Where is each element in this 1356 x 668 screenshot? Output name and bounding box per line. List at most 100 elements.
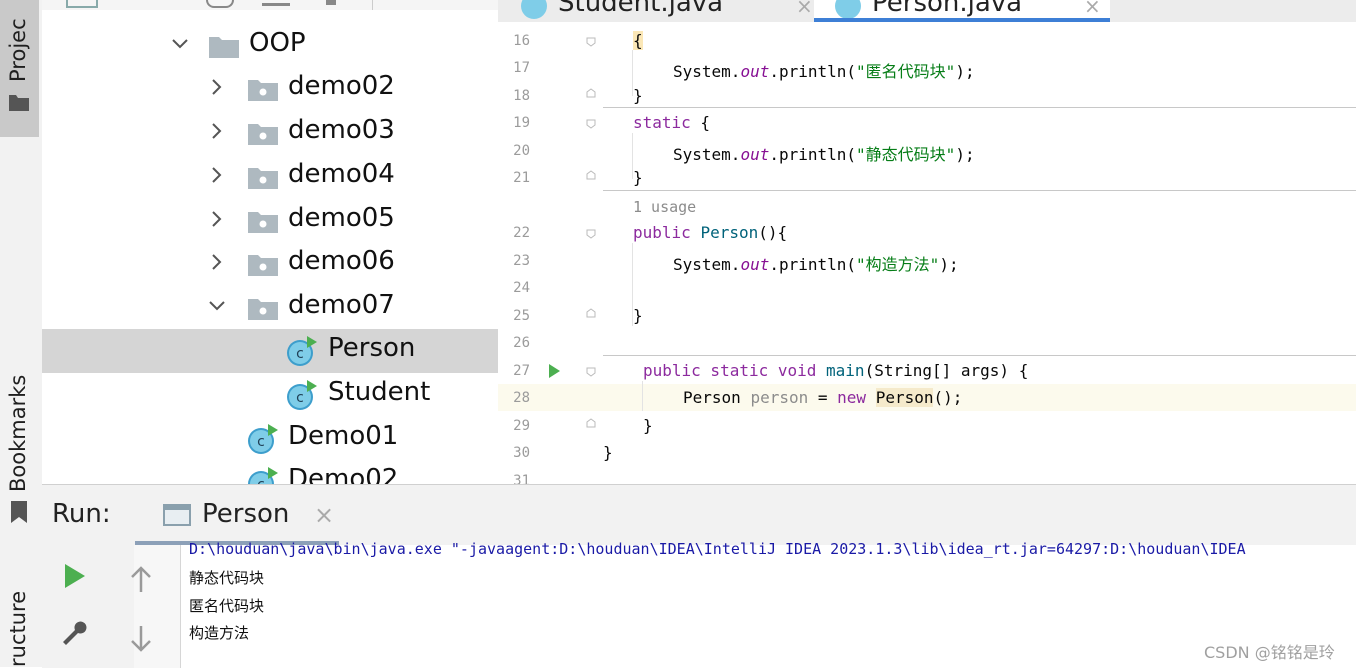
- code-token: .println(: [769, 62, 857, 81]
- tool-window-strip: Projec Bookmarks ructure: [0, 0, 43, 667]
- tab-label: Person.java: [872, 0, 1023, 18]
- tree-item-person[interactable]: c Person: [42, 329, 498, 373]
- code-token: Person: [683, 388, 741, 407]
- code-token: );: [955, 145, 975, 164]
- close-icon[interactable]: ×: [314, 501, 334, 529]
- code-line-17: System.out.println("匿名代码块");: [673, 58, 975, 82]
- console-command-line: D:\houduan\java\bin\java.exe "-javaagent…: [189, 540, 1246, 558]
- structure-tool-label[interactable]: ructure: [6, 591, 30, 667]
- indent-guide: [642, 381, 643, 411]
- chevron-right-icon[interactable]: [207, 121, 227, 141]
- code-token: }: [633, 306, 643, 325]
- chevron-right-icon[interactable]: [207, 209, 227, 229]
- code-line-20: System.out.println("静态代码块");: [673, 141, 975, 165]
- line-number: 26: [513, 335, 530, 351]
- rerun-icon[interactable]: [63, 563, 87, 589]
- bookmarks-tool-label[interactable]: Bookmarks: [6, 375, 30, 492]
- tree-item-demo05[interactable]: demo05: [42, 199, 498, 243]
- code-token: System.: [673, 255, 741, 274]
- code-token: }: [633, 168, 643, 187]
- fold-marker-icon[interactable]: [586, 37, 596, 47]
- code-line-18: }: [633, 86, 643, 105]
- console-output-line: 匿名代码块: [189, 597, 265, 615]
- console-output-line: 构造方法: [189, 624, 250, 642]
- svg-text:c: c: [296, 346, 304, 362]
- fold-marker-icon[interactable]: [586, 367, 596, 377]
- tree-item-demo06[interactable]: demo06: [42, 242, 498, 286]
- bookmark-icon[interactable]: [9, 500, 29, 524]
- tab-student-java[interactable]: Student.java ×: [518, 0, 813, 22]
- code-token: static: [633, 113, 691, 132]
- code-token: }: [603, 443, 613, 462]
- fold-marker-icon[interactable]: [586, 119, 596, 129]
- arrow-up-icon[interactable]: [128, 565, 154, 595]
- folder-icon: [9, 95, 29, 111]
- tree-item-demo02[interactable]: demo02: [42, 67, 498, 111]
- code-token: public: [633, 223, 691, 242]
- tree-item-student[interactable]: c Student: [42, 373, 498, 417]
- fold-marker-icon[interactable]: [586, 170, 596, 180]
- code-line-22: public Person(){: [633, 223, 787, 242]
- svg-text:c: c: [257, 434, 265, 450]
- tree-item-label: demo02: [288, 71, 395, 101]
- close-icon[interactable]: ×: [796, 0, 813, 18]
- tab-person-java[interactable]: Person.java ×: [814, 0, 1110, 22]
- run-title: Run:: [52, 499, 111, 529]
- fold-marker-icon[interactable]: [586, 229, 596, 239]
- code-line-23: System.out.println("构造方法");: [673, 251, 959, 275]
- chevron-right-icon[interactable]: [207, 165, 227, 185]
- chevron-down-icon[interactable]: [207, 296, 227, 316]
- code-line-27: public static void main(String[] args) {: [643, 361, 1028, 380]
- tree-item-label: demo06: [288, 246, 395, 276]
- project-tool-label: Projec: [6, 18, 30, 82]
- tree-item-oop[interactable]: OOP: [42, 24, 498, 68]
- package-folder-icon: [248, 124, 278, 145]
- run-tab-person[interactable]: Person ×: [135, 485, 342, 545]
- code-token: Person: [875, 388, 934, 407]
- method-separator: [603, 355, 1356, 356]
- code-token: new: [837, 388, 867, 407]
- fold-marker-icon[interactable]: [586, 418, 596, 428]
- fold-marker-icon[interactable]: [586, 88, 596, 98]
- tree-item-label: Demo02: [288, 464, 399, 484]
- line-number: 21: [513, 170, 530, 186]
- code-token: }: [633, 86, 643, 105]
- folder-icon: [209, 37, 239, 58]
- chevron-right-icon[interactable]: [207, 252, 227, 272]
- usage-hint[interactable]: 1 usage: [633, 198, 696, 216]
- code-line-29: }: [643, 416, 653, 435]
- code-token: person: [750, 388, 809, 407]
- view-mode-icon[interactable]: [66, 0, 98, 8]
- line-number: 29: [513, 418, 530, 434]
- collapse-icon[interactable]: [262, 3, 290, 6]
- locate-icon[interactable]: [206, 0, 234, 8]
- method-separator: [603, 190, 1356, 191]
- code-editor[interactable]: 16 17 18 19 20 21 22 23 24 25 26 27 28 2…: [498, 22, 1356, 484]
- close-icon[interactable]: ×: [1084, 0, 1101, 18]
- line-number: 28: [513, 390, 530, 406]
- chevron-right-icon[interactable]: [207, 77, 227, 97]
- code-line-25: }: [633, 306, 643, 325]
- wrench-icon[interactable]: [60, 619, 90, 649]
- fold-marker-icon[interactable]: [586, 308, 596, 318]
- tree-item-label: demo05: [288, 203, 395, 233]
- package-folder-icon: [248, 255, 278, 276]
- line-number: 24: [513, 280, 530, 296]
- chevron-down-icon[interactable]: [170, 34, 190, 54]
- arrow-down-icon[interactable]: [128, 623, 154, 653]
- code-line-19: static {: [633, 113, 710, 132]
- line-number: 17: [513, 60, 530, 76]
- run-main-icon[interactable]: [547, 363, 561, 379]
- run-panel: Run: Person × D:\houduan\java\bin\java.e…: [42, 484, 1356, 668]
- watermark: CSDN @铭铭是玲: [1204, 643, 1335, 662]
- expand-icon[interactable]: [326, 0, 336, 5]
- tree-item-demo07[interactable]: demo07: [42, 286, 498, 330]
- tree-item-demo01-class[interactable]: c Demo01: [42, 417, 498, 461]
- code-line-16: {: [633, 31, 643, 50]
- code-token: ();: [933, 388, 963, 407]
- line-number: 18: [513, 88, 530, 104]
- tree-item-demo04[interactable]: demo04: [42, 155, 498, 199]
- tree-item-demo03[interactable]: demo03: [42, 111, 498, 155]
- tree-item-demo02-class[interactable]: c Demo02: [42, 460, 498, 484]
- project-tool-tab[interactable]: Projec: [0, 0, 39, 137]
